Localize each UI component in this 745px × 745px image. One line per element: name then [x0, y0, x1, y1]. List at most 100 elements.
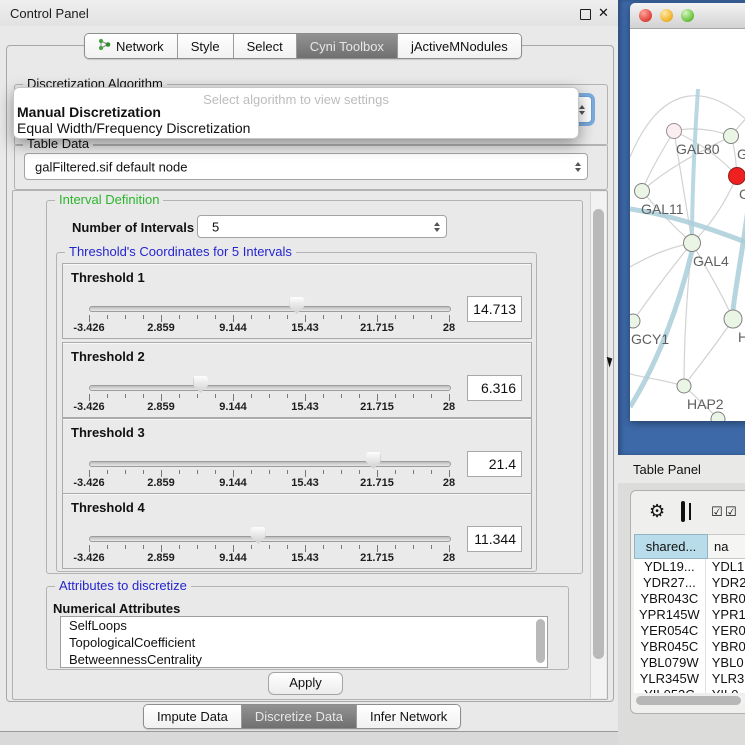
table-row[interactable]: YER054CYER0 — [634, 623, 745, 639]
tick-label: 9.144 — [219, 477, 247, 489]
slider-tick — [233, 394, 234, 401]
cell[interactable]: YBR043C — [634, 591, 706, 607]
tick-label: 15.43 — [291, 322, 319, 334]
network-canvas[interactable]: GAL80GACGAL11GAL4GCY1HHAP2 — [630, 29, 745, 421]
slider-tick — [251, 545, 252, 549]
slider-tick — [341, 545, 342, 549]
checkbox-icon[interactable]: ☑ — [711, 505, 723, 518]
table-panel-titlebar[interactable]: Table Panel — [618, 455, 745, 484]
table-header-shared[interactable]: shared... — [634, 534, 708, 559]
slider-tick — [377, 470, 378, 477]
number-of-intervals-value: 5 — [212, 219, 219, 234]
slider-tick — [413, 394, 414, 398]
slider-tick — [215, 394, 216, 398]
network-window-titlebar[interactable] — [630, 3, 745, 29]
threshold-2-panel: Threshold 2 -3.426 2.859 9.144 15.43 21.… — [62, 342, 532, 418]
cell[interactable]: YBL0 — [706, 655, 745, 671]
cell[interactable]: YLR3 — [706, 671, 745, 687]
tab-discretize-data[interactable]: Discretize Data — [242, 705, 357, 728]
tab-select[interactable]: Select — [234, 34, 297, 58]
cell[interactable]: YER054C — [634, 623, 706, 639]
tab-impute-data[interactable]: Impute Data — [144, 705, 242, 728]
table-row[interactable]: YLR345WYLR3 — [634, 671, 745, 687]
gear-icon[interactable]: ⚙ — [649, 502, 665, 520]
tick-label: 2.859 — [147, 401, 175, 413]
network-node-label: GCY1 — [631, 331, 669, 347]
cell[interactable]: YDL1 — [706, 559, 745, 575]
apply-button[interactable]: Apply — [268, 672, 343, 695]
horizontal-scrollbar[interactable] — [635, 696, 745, 705]
slider-tick — [305, 315, 306, 322]
zoom-traffic-light-icon[interactable] — [681, 9, 694, 22]
control-panel-titlebar[interactable]: Control Panel ✕ — [0, 0, 618, 26]
list-item[interactable]: TopologicalCoefficient — [61, 634, 547, 651]
slider-tick — [449, 315, 450, 322]
tab-style[interactable]: Style — [178, 34, 234, 58]
tab-cyni-toolbox[interactable]: Cyni Toolbox — [297, 34, 398, 58]
table-row[interactable]: YBL079WYBL0 — [634, 655, 745, 671]
table-row[interactable]: YPR145WYPR1 — [634, 607, 745, 623]
threshold-4-value-field[interactable]: 11.344 — [467, 526, 522, 552]
minimize-traffic-light-icon[interactable] — [660, 9, 673, 22]
table-header-name[interactable]: na — [708, 534, 745, 559]
threshold-3-value-field[interactable]: 21.4 — [467, 451, 522, 477]
threshold-2-slider-handle[interactable] — [193, 376, 208, 393]
table-row[interactable]: YIL052CYIL0 — [634, 687, 745, 693]
checkbox-icon[interactable]: ☑ — [725, 505, 737, 518]
list-scrollbar-thumb[interactable] — [536, 619, 545, 663]
table-row[interactable]: YDL19...YDL1 — [634, 559, 745, 575]
cell[interactable]: YBR0 — [706, 639, 745, 655]
cell[interactable]: YPR1 — [706, 607, 745, 623]
cell[interactable]: YLR345W — [634, 671, 706, 687]
group-title-attributes: Attributes to discretize — [55, 579, 191, 593]
cell[interactable]: YBL079W — [634, 655, 706, 671]
threshold-2-value-field[interactable]: 6.316 — [467, 375, 522, 401]
cell[interactable]: YIL052C — [634, 687, 706, 693]
cell[interactable]: YPR145W — [634, 607, 706, 623]
list-item[interactable]: SelfLoops — [61, 617, 547, 634]
table-header-row: shared... na — [634, 534, 745, 559]
close-icon[interactable]: ✕ — [598, 5, 609, 21]
tab-network[interactable]: Network — [85, 34, 178, 58]
network-node-label: GA — [737, 146, 745, 162]
tick-label: 9.144 — [219, 401, 247, 413]
list-item[interactable]: BetweennessCentrality — [61, 651, 547, 668]
threshold-4-panel: Threshold 4 -3.426 2.859 9.144 15.43 21.… — [62, 493, 532, 569]
cell[interactable]: YIL0 — [706, 687, 745, 693]
float-window-icon[interactable] — [580, 9, 591, 20]
cell[interactable]: YER0 — [706, 623, 745, 639]
tick-label: 9.144 — [219, 322, 247, 334]
table-row[interactable]: YBR043CYBR0 — [634, 591, 745, 607]
cell[interactable]: YDR27... — [634, 575, 706, 591]
horizontal-scrollbar-thumb[interactable] — [636, 696, 741, 705]
cell[interactable]: YDR2 — [706, 575, 745, 591]
split-view-icon[interactable] — [681, 501, 685, 522]
threshold-3-slider-handle[interactable] — [366, 452, 381, 469]
slider-tick — [359, 315, 360, 319]
threshold-1-value-field[interactable]: 14.713 — [467, 296, 522, 322]
popup-option-manual-discretization[interactable]: Manual Discretization — [17, 104, 161, 120]
slider-tick — [359, 545, 360, 549]
slider-tick — [323, 315, 324, 319]
close-traffic-light-icon[interactable] — [639, 9, 652, 22]
slider-tick — [143, 545, 144, 549]
table-data-combobox[interactable]: galFiltered.sif default node — [24, 153, 588, 180]
table-row[interactable]: YBR045CYBR0 — [634, 639, 745, 655]
tab-infer-network[interactable]: Infer Network — [357, 705, 460, 728]
vertical-scrollbar-thumb[interactable] — [593, 209, 604, 659]
vertical-scrollbar[interactable] — [590, 192, 606, 698]
threshold-4-slider-handle[interactable] — [251, 527, 266, 544]
cell[interactable]: YBR045C — [634, 639, 706, 655]
number-of-intervals-combobox[interactable]: 5 — [197, 215, 447, 238]
tab-jactivemnodules[interactable]: jActiveMNodules — [398, 34, 521, 58]
cell[interactable]: YBR0 — [706, 591, 745, 607]
cell[interactable]: YDL19... — [634, 559, 706, 575]
slider-tick — [287, 394, 288, 398]
slider-tick — [341, 315, 342, 319]
popup-option-equal-width-frequency[interactable]: Equal Width/Frequency Discretization — [17, 120, 250, 136]
threshold-1-slider-handle[interactable] — [289, 297, 304, 314]
table-row[interactable]: YDR27...YDR2 — [634, 575, 745, 591]
network-icon — [98, 38, 111, 54]
slider-tick — [89, 545, 90, 552]
slider-tick — [431, 315, 432, 319]
